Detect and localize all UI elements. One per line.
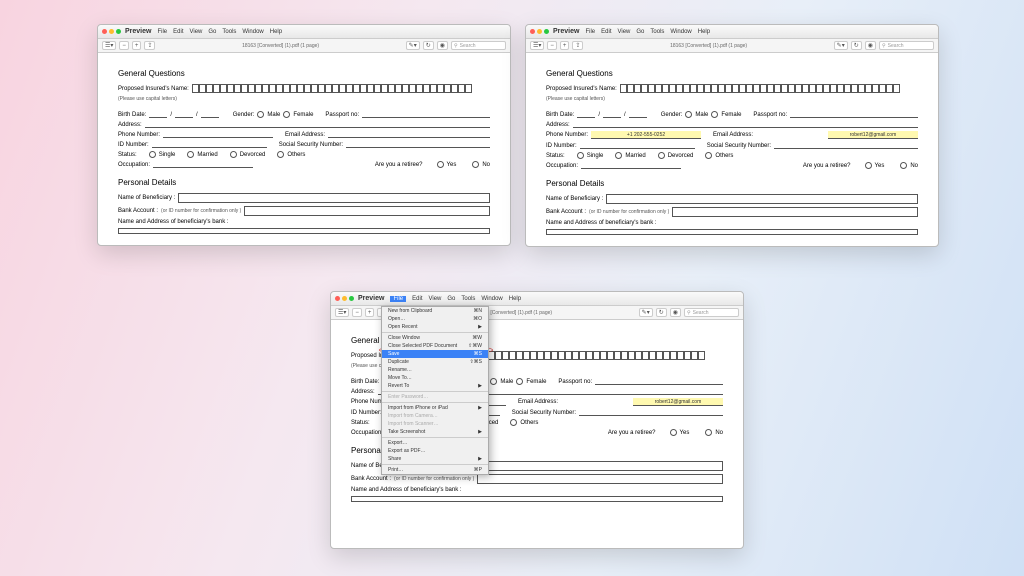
- zoom-icon[interactable]: [116, 29, 121, 34]
- yes-radio[interactable]: [437, 161, 444, 168]
- divorced-radio[interactable]: [230, 151, 237, 158]
- minimize-icon[interactable]: [537, 29, 542, 34]
- menu-import-camera: Import from Camera…: [382, 412, 488, 420]
- pdf-document: General Questions Proposed Insured's Nam…: [98, 53, 510, 245]
- bank-box[interactable]: [244, 206, 490, 216]
- close-icon[interactable]: [102, 29, 107, 34]
- female-radio[interactable]: [283, 111, 290, 118]
- zoom-in-button[interactable]: +: [132, 41, 142, 50]
- menubar[interactable]: PreviewFileEditViewGoToolsWindowHelp: [125, 28, 282, 35]
- menu-close[interactable]: Close Window⌘W: [382, 334, 488, 342]
- beneficiary-box[interactable]: [178, 193, 490, 203]
- rotate-button[interactable]: ↻: [423, 41, 434, 50]
- titlebar[interactable]: PreviewFileEditViewGoToolsWindowHelp: [98, 25, 510, 39]
- sidebar-button[interactable]: ☰▾: [102, 41, 116, 50]
- zoom-out-button[interactable]: −: [119, 41, 129, 50]
- zoom-icon[interactable]: [349, 296, 354, 301]
- menu-print[interactable]: Print…⌘P: [382, 466, 488, 474]
- section-personal: Personal Details: [118, 178, 490, 187]
- annotate-button[interactable]: ◉: [437, 41, 448, 50]
- minimize-icon[interactable]: [109, 29, 114, 34]
- menu-duplicate[interactable]: Duplicate⇧⌘S: [382, 358, 488, 366]
- markup-button[interactable]: ✎▾: [406, 41, 420, 50]
- male-radio[interactable]: [257, 111, 264, 118]
- menu-export[interactable]: Export…: [382, 439, 488, 447]
- menu-import-iphone[interactable]: Import from iPhone or iPad▶: [382, 404, 488, 412]
- menu-open[interactable]: Open…⌘O: [382, 315, 488, 323]
- search-input[interactable]: ⚲Search: [451, 41, 506, 50]
- name-boxes: [192, 84, 490, 93]
- file-menu-dropdown: New from Clipboard⌘N Open…⌘O Open Recent…: [381, 306, 489, 475]
- menu-revert[interactable]: Revert To▶: [382, 382, 488, 390]
- minimize-icon[interactable]: [342, 296, 347, 301]
- menu-export-pdf[interactable]: Export as PDF…: [382, 447, 488, 455]
- married-radio[interactable]: [187, 151, 194, 158]
- menu-save[interactable]: Save⌘S: [382, 350, 488, 358]
- menu-share[interactable]: Share▶: [382, 455, 488, 463]
- titlebar[interactable]: PreviewFileEditViewGoToolsWindowHelp: [526, 25, 938, 39]
- single-radio[interactable]: [149, 151, 156, 158]
- email-value[interactable]: robert12@gmail.com: [828, 131, 918, 139]
- menu-rename[interactable]: Rename…: [382, 366, 488, 374]
- doc-title: 18163 [Converted] (1).pdf (1 page): [242, 43, 319, 49]
- preview-window-filled: PreviewFileEditViewGoToolsWindowHelp ☰▾−…: [525, 24, 939, 247]
- phone-value[interactable]: +1 202-555-0252: [591, 131, 701, 139]
- file-menu-open[interactable]: File: [390, 296, 406, 302]
- menu-closesel[interactable]: Close Selected PDF Document⇧⌘W: [382, 342, 488, 350]
- zoom-icon[interactable]: [544, 29, 549, 34]
- search-icon: ⚲: [454, 43, 458, 49]
- menu-password: Enter Password…: [382, 393, 488, 401]
- toolbar: ☰▾−+⇪ 18163 [Converted] (1).pdf (1 page)…: [98, 39, 510, 53]
- menu-moveto[interactable]: Move To…: [382, 374, 488, 382]
- menu-new[interactable]: New from Clipboard⌘N: [382, 307, 488, 315]
- close-icon[interactable]: [530, 29, 535, 34]
- menu-screenshot[interactable]: Take Screenshot▶: [382, 428, 488, 436]
- no-radio[interactable]: [472, 161, 479, 168]
- menu-import-scanner: Import from Scanner…: [382, 420, 488, 428]
- preview-window-menu: PreviewFileEditViewGoToolsWindowHelp ☰▾−…: [330, 291, 744, 549]
- bankaddr-box[interactable]: [118, 228, 490, 234]
- share-button[interactable]: ⇪: [144, 41, 155, 50]
- email-value[interactable]: robert12@gmail.com: [633, 398, 723, 406]
- preview-window-blank: PreviewFileEditViewGoToolsWindowHelp ☰▾−…: [97, 24, 511, 246]
- section-general: General Questions: [118, 69, 490, 78]
- close-icon[interactable]: [335, 296, 340, 301]
- menu-recent[interactable]: Open Recent▶: [382, 323, 488, 331]
- others-radio[interactable]: [277, 151, 284, 158]
- titlebar[interactable]: PreviewFileEditViewGoToolsWindowHelp: [331, 292, 743, 306]
